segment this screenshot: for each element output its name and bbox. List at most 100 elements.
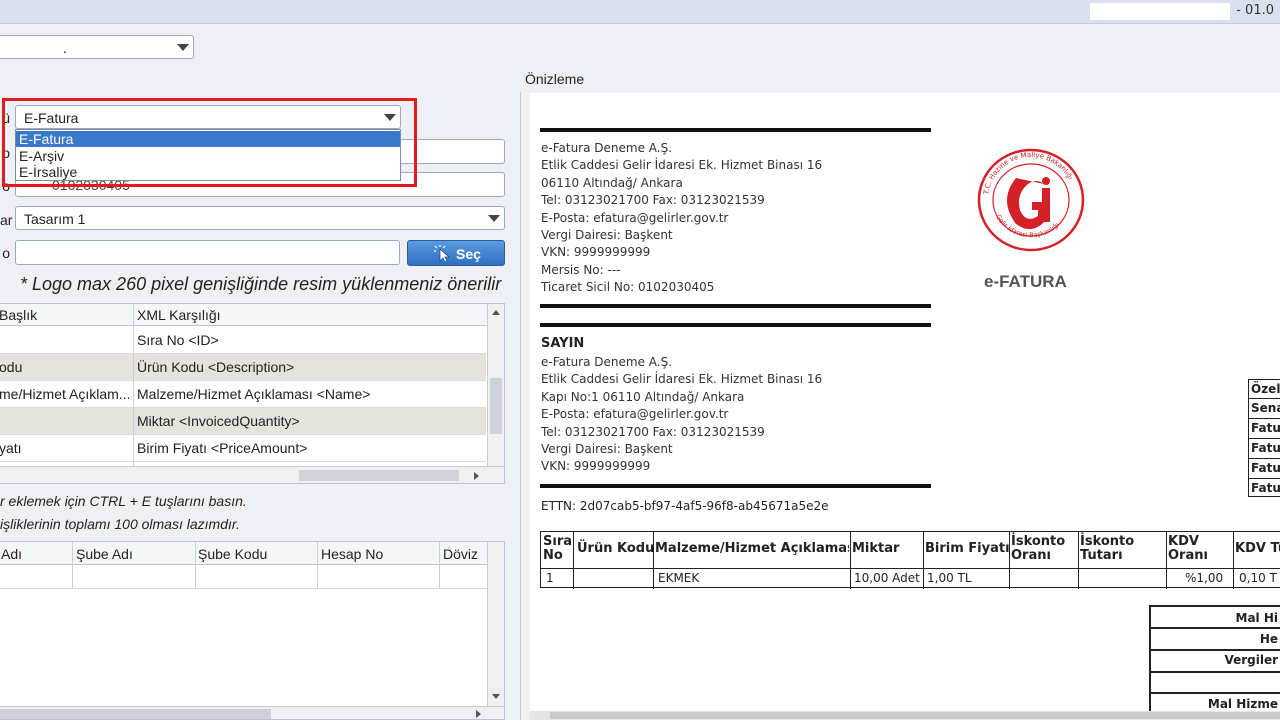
scrollbar-thumb[interactable]: [0, 709, 271, 719]
column-divider: [195, 542, 196, 589]
document-type-title: e-FATURA: [984, 272, 1067, 291]
row-xml: Miktar <InvoicedQuantity>: [137, 413, 300, 429]
divider-line: [541, 568, 1280, 569]
title-bar: [0, 0, 1280, 24]
recipient-line: Tel: 03123021700 Fax: 03123021539: [541, 424, 765, 439]
col-sira-no: Sıra No: [543, 534, 573, 563]
window-title: - 01.0: [1236, 3, 1274, 18]
column-divider: [573, 532, 574, 589]
row-title: odu: [0, 359, 23, 375]
col-kdv-tutari: KDV Tu: [1235, 541, 1280, 556]
col-iskonto-orani: İskonto Oranı: [1011, 534, 1066, 563]
divider-line: [1249, 398, 1280, 399]
total-label: Vergiler: [1224, 653, 1278, 667]
divider-line: [1249, 478, 1280, 479]
totals-box: Mal Hi He Vergiler Mal Hizme: [1149, 605, 1280, 720]
highlight-annotation: [2, 98, 417, 187]
company-combo[interactable]: .: [0, 35, 194, 59]
logo-size-note: * Logo max 260 pixel genişliğinde resim …: [20, 274, 502, 294]
column-divider: [317, 542, 318, 589]
chevron-down-icon: [488, 215, 500, 222]
company-combo-value: .: [63, 40, 67, 56]
sender-line: Tel: 03123021700 Fax: 03123021539: [541, 193, 765, 208]
grid-header: Adı Şube Adı Şube Kodu Hesap No Döviz: [0, 542, 489, 565]
recipient-line: Etlik Caddesi Gelir İdaresi Ek. Hizmet B…: [541, 372, 823, 387]
header-currency[interactable]: Döviz: [443, 546, 478, 562]
info-label: Özel: [1251, 382, 1280, 396]
col-iskonto-tutari: İskonto Tutarı: [1080, 534, 1135, 563]
item-miktar: 10,00 Adet: [854, 571, 920, 585]
header-branch-code[interactable]: Şube Kodu: [198, 546, 267, 562]
table-row[interactable]: [0, 565, 489, 589]
horizontal-scrollbar[interactable]: [0, 706, 504, 719]
column-divider: [923, 532, 924, 589]
preview-horizontal-scrollbar[interactable]: [530, 711, 1280, 720]
divider-line: [1249, 418, 1280, 419]
header-bank-name[interactable]: Adı: [1, 546, 22, 562]
row-title: me/Hizmet Açıklam...: [0, 386, 129, 402]
header-branch-name[interactable]: Şube Adı: [76, 546, 133, 562]
item-kdv-orani: %1,00: [1185, 571, 1224, 585]
header-account-no[interactable]: Hesap No: [321, 546, 383, 562]
column-divider: [1166, 532, 1167, 589]
scroll-right-icon[interactable]: [474, 472, 479, 480]
scroll-down-icon[interactable]: [492, 694, 500, 699]
bank-accounts-grid[interactable]: Adı Şube Adı Şube Kodu Hesap No Döviz: [0, 541, 505, 720]
scrollbar-thumb[interactable]: [550, 712, 1280, 719]
select-logo-button[interactable]: Seç: [407, 240, 505, 266]
vertical-scrollbar[interactable]: [487, 304, 504, 466]
gib-logo-icon: T.C. Hazine ve Maliye Bakanlığı Gelir İd…: [977, 148, 1085, 252]
invoice-paper: e-Fatura Deneme A.Ş. Etlik Caddesi Gelir…: [530, 93, 1280, 720]
table-row[interactable]: me/Hizmet Açıklam... Malzeme/Hizmet Açık…: [0, 381, 486, 408]
scrollbar-thumb[interactable]: [299, 470, 459, 481]
item-birim-fiyat: 1,00 TL: [927, 571, 972, 585]
divider-line: [1151, 671, 1280, 673]
item-sira: 1: [546, 571, 554, 585]
table-row[interactable]: Miktar <InvoicedQuantity>: [0, 408, 486, 435]
sender-line: Etlik Caddesi Gelir İdaresi Ek. Hizmet B…: [541, 158, 823, 173]
column-divider: [72, 542, 73, 589]
select-logo-button-label: Seç: [456, 246, 481, 262]
recipient-line: E-Posta: efatura@gelirler.gov.tr: [541, 407, 729, 422]
header-baslik[interactable]: Başlık: [0, 307, 37, 323]
horizontal-scrollbar[interactable]: [0, 466, 504, 483]
row-xml: Birim Fiyatı <PriceAmount>: [137, 440, 308, 456]
title-redacted-field: [1090, 3, 1230, 20]
divider-line: [540, 484, 931, 488]
table-row[interactable]: odu Ürün Kodu <Description>: [0, 354, 486, 381]
scroll-right-icon[interactable]: [476, 710, 481, 718]
design-combo-value: Tasarım 1: [24, 211, 86, 227]
col-birim-fiyati: Birim Fiyatı: [925, 541, 1010, 556]
table-row[interactable]: yatı Birim Fiyatı <PriceAmount>: [0, 435, 486, 462]
design-label: ar: [0, 212, 13, 228]
divider-line: [540, 128, 931, 132]
scrollbar-thumb[interactable]: [490, 378, 502, 434]
column-mapping-grid[interactable]: Başlık XML Karşılığı Sıra No <ID> odu Ür…: [0, 303, 505, 484]
info-label: Fatu: [1251, 421, 1280, 435]
sender-line: Vergi Dairesi: Başkent: [541, 228, 673, 243]
info-box: Özel Sena Fatu Fatu Fatu Fatu: [1248, 379, 1280, 497]
column-divider: [850, 532, 851, 589]
row-title: yatı: [0, 440, 22, 456]
divider-line: [1249, 438, 1280, 439]
header-xml[interactable]: XML Karşılığı: [137, 307, 221, 323]
vertical-scrollbar[interactable]: [487, 542, 504, 706]
total-label: He: [1259, 632, 1278, 646]
ctrl-e-hint: r eklemek için CTRL + E tuşlarını basın.: [0, 493, 247, 509]
sender-line: Ticaret Sicil No: 0102030405: [541, 280, 715, 295]
design-combo[interactable]: Tasarım 1: [15, 206, 505, 230]
info-label: Fatu: [1251, 461, 1280, 475]
logo-path-input[interactable]: [15, 240, 400, 265]
invoice-items-table: Sıra No Ürün Kodu Malzeme/Hizmet Açıklam…: [540, 531, 1280, 589]
chevron-down-icon: [177, 44, 189, 51]
scroll-up-icon[interactable]: [492, 310, 500, 315]
ettn-line: ETTN: 2d07cab5-bf97-4af5-96f8-ab45671a5e…: [541, 499, 829, 513]
sender-line: VKN: 9999999999: [541, 245, 651, 260]
total-label: Mal Hi: [1235, 611, 1279, 625]
table-row[interactable]: Sıra No <ID>: [0, 327, 486, 354]
col-kdv-orani: KDV Oranı: [1168, 534, 1208, 563]
info-label: Fatu: [1251, 481, 1280, 495]
divider-line: [540, 304, 931, 308]
total-100-hint: işliklerinin toplamı 100 olması lazımdır…: [0, 516, 240, 532]
row-xml: Sıra No <ID>: [137, 332, 219, 348]
